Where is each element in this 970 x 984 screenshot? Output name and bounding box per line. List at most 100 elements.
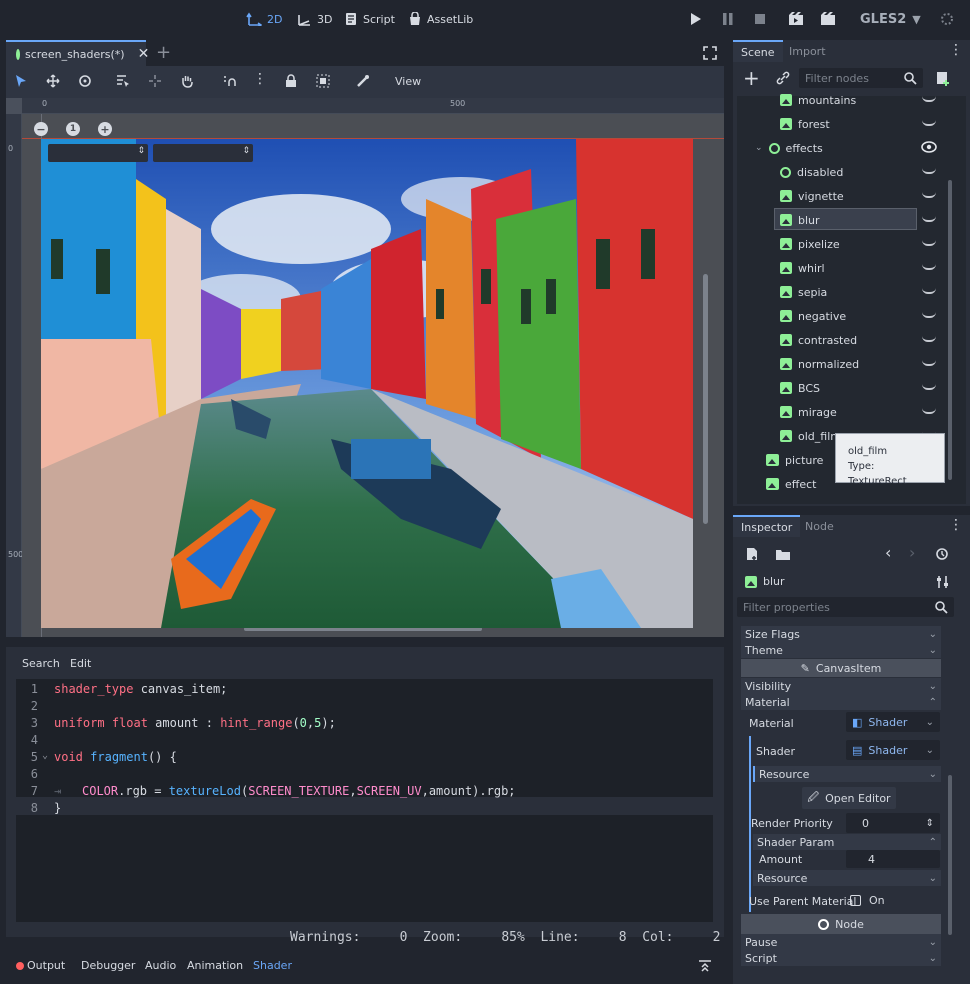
pivot-tool-icon[interactable] [148,74,162,88]
snap-icon[interactable] [222,74,236,88]
object-tools-icon[interactable] [936,575,950,589]
renderer-select[interactable]: GLES2 ▼ [860,12,921,27]
rotate-tool-icon[interactable] [78,74,92,88]
section-shader-param[interactable]: Shader Param ⌃ [753,834,941,850]
fold-icon[interactable]: ⌄ [42,750,48,761]
open-editor-button[interactable]: 🖉 Open Editor [802,787,896,809]
select-tool-icon[interactable] [14,74,28,88]
tab-node[interactable]: Node [797,515,842,537]
zoom-in-icon[interactable]: + [98,122,112,136]
tab-shader[interactable]: Shader [253,959,292,972]
search-menu[interactable]: Search [22,657,60,670]
collapsed-node-icon [766,454,779,466]
skeleton-icon[interactable] [356,74,370,88]
tab-screen-shaders[interactable]: screen_shaders(*) ✕ [6,40,149,66]
tab-import[interactable]: Import [781,40,834,62]
tab-inspector[interactable]: Inspector [733,515,801,537]
expand-panel-icon[interactable] [698,959,712,973]
texture-rect-icon [780,334,792,346]
folder-icon[interactable] [775,547,791,561]
option-button-1[interactable]: ⇕ [48,144,148,162]
tree-item-effects[interactable]: ⌄ effects [755,138,823,158]
tab-indicator-icon: ⇥ [54,784,62,798]
history-icon[interactable] [935,547,949,561]
tree-item-bcs[interactable]: BCS [780,378,820,398]
tree-item-normalized[interactable]: normalized [780,354,859,374]
link-icon[interactable] [776,71,790,85]
scene-script-icon[interactable] [935,71,951,87]
mode-script-button[interactable]: Script [344,12,395,26]
section-resource[interactable]: Resource ⌄ [753,870,941,886]
section-pause[interactable]: Pause ⌄ [741,934,941,950]
view-menu[interactable]: View [395,75,421,88]
tab-output[interactable]: Output [27,959,65,972]
list-select-icon[interactable] [116,74,130,88]
pause-icon[interactable] [722,12,734,26]
forward-icon[interactable]: › [909,543,915,562]
add-tab-icon[interactable]: + [156,42,171,63]
close-icon[interactable]: ✕ [138,46,150,62]
tree-item-mirage[interactable]: mirage [780,402,837,422]
tab-animation[interactable]: Animation [187,959,243,972]
option-button-2[interactable]: ⇕ [153,144,253,162]
tree-item-picture[interactable]: picture [766,450,823,470]
amount-slider[interactable]: 4 [846,850,940,868]
mode-2d-button[interactable]: 2D [246,12,282,26]
pan-tool-icon[interactable] [180,74,194,88]
shader-resource-picker[interactable]: ▤ Shader ⌄ [846,740,940,760]
use-parent-material-checkbox[interactable]: On [850,894,885,907]
code-editor[interactable]: 1 shader_type canvas_item; 2 3 uniform f… [16,679,713,922]
new-resource-icon[interactable] [745,547,759,561]
filter-properties-input[interactable]: Filter properties [737,597,954,617]
move-tool-icon[interactable] [46,74,60,88]
canvas-toolbar: ⋮ View [6,66,724,98]
mode-3d-button[interactable]: 3D [296,12,332,26]
play-custom-scene-icon[interactable] [820,12,836,26]
edit-menu[interactable]: Edit [70,657,91,670]
tree-item-contrasted[interactable]: contrasted [780,330,857,350]
tree-item-pixelize[interactable]: pixelize [780,234,840,254]
group-icon[interactable] [316,74,330,88]
open-editor-label: Open Editor [825,791,891,805]
tree-item-forest[interactable]: forest [780,114,830,134]
material-resource-picker[interactable]: ◧ Shader ⌄ [846,712,940,732]
more-icon[interactable]: ⋮ [949,517,963,533]
section-material[interactable]: Material ⌃ [741,694,941,710]
section-visibility[interactable]: Visibility ⌄ [741,678,941,694]
zoom-out-icon[interactable]: − [34,122,48,136]
visibility-visible-icon[interactable] [921,140,937,154]
section-size-flags[interactable]: Size Flags ⌄ [741,626,941,642]
back-icon[interactable]: ‹ [885,543,891,562]
zoom-reset-button[interactable]: 1 [66,122,80,136]
inspector-scrollbar[interactable] [948,775,952,935]
tree-item-vignette[interactable]: vignette [780,186,844,206]
tree-item-disabled[interactable]: disabled [780,162,843,182]
section-resource[interactable]: Resource ⌄ [753,766,941,782]
tree-item-mountains[interactable]: mountains [780,90,856,110]
tab-debugger[interactable]: Debugger [81,959,135,972]
render-priority-spinbox[interactable]: 0 ⇕ [846,813,940,833]
tree-item-whirl[interactable]: whirl [780,258,825,278]
tree-item-negative[interactable]: negative [780,306,846,326]
tab-audio[interactable]: Audio [145,959,176,972]
code-line: shader_type canvas_item; [54,682,228,696]
more-icon[interactable]: ⋮ [949,42,963,58]
tree-item-old-film[interactable]: old_film [780,426,841,446]
lock-icon[interactable] [284,74,298,88]
add-node-icon[interactable]: + [743,68,760,88]
mode-assetlib-button[interactable]: AssetLib [408,12,473,26]
tree-item-sepia[interactable]: sepia [780,282,827,302]
tree-item-effect[interactable]: effect [766,474,816,494]
scene-tree-scrollbar[interactable] [948,180,952,480]
play-icon[interactable] [690,12,702,26]
more-icon[interactable]: ⋮ [253,71,267,87]
fullscreen-icon[interactable] [703,46,717,60]
vertical-scrollbar[interactable] [703,274,708,524]
stop-icon[interactable] [754,12,766,26]
line-number: 2 [30,699,38,713]
tree-item-blur[interactable]: blur [780,210,820,230]
tab-scene[interactable]: Scene [733,40,783,62]
play-scene-icon[interactable] [788,12,804,26]
section-theme[interactable]: Theme ⌄ [741,642,941,658]
section-script[interactable]: Script ⌄ [741,950,941,966]
